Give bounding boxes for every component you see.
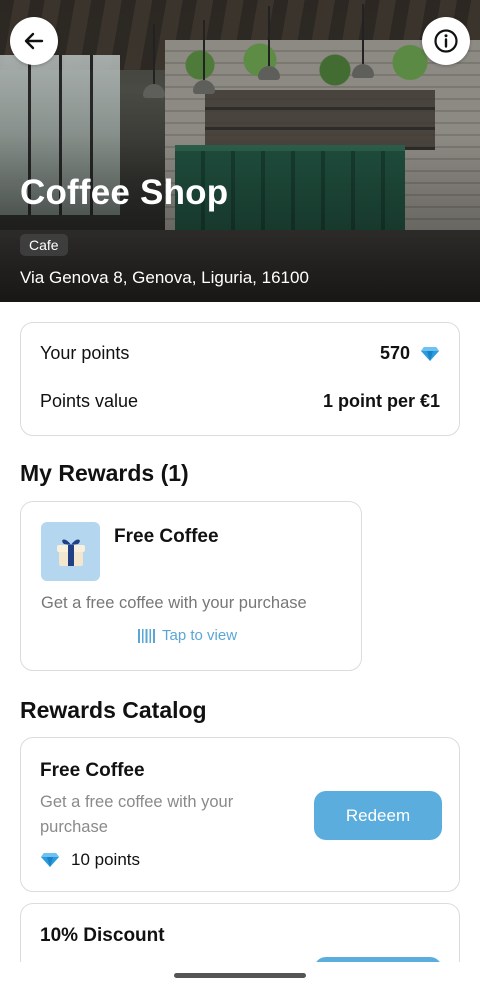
- catalog-item-points-label: 10 points: [71, 850, 140, 869]
- catalog-item-points: 10 points: [40, 850, 140, 870]
- home-indicator[interactable]: [174, 973, 306, 978]
- diamond-icon: [421, 346, 439, 361]
- gift-box-icon: [41, 522, 100, 581]
- points-value-value: 1 point per €1: [322, 391, 440, 411]
- shop-address: Via Genova 8, Genova, Liguria, 16100: [20, 268, 309, 287]
- my-rewards-title: My Rewards (1): [20, 460, 189, 486]
- points-value-label: Points value: [40, 391, 139, 411]
- shop-name: Coffee Shop: [20, 173, 229, 212]
- your-points-label: Your points: [40, 343, 130, 363]
- arrow-left-icon: [24, 32, 44, 50]
- my-reward-description: Get a free coffee with your purchase: [41, 594, 307, 612]
- points-card: Your points 570 Points value 1 point per…: [20, 322, 460, 436]
- info-icon: [434, 29, 458, 53]
- catalog-item-description: Get a free coffee with your purchase: [40, 793, 234, 836]
- redeem-button[interactable]: Redeem: [314, 791, 442, 840]
- catalog-item-title: 10% Discount: [40, 925, 165, 946]
- rewards-catalog-title: Rewards Catalog: [20, 697, 207, 723]
- tap-to-view-label: Tap to view: [162, 627, 238, 644]
- hero-image: [0, 0, 480, 302]
- catalog-item-title: Free Coffee: [40, 760, 145, 781]
- my-reward-card[interactable]: Free Coffee Get a free coffee with your …: [20, 501, 362, 671]
- points-value-row: Points value 1 point per €1: [40, 391, 440, 412]
- my-reward-title: Free Coffee: [114, 526, 219, 547]
- category-badge: Cafe: [20, 234, 68, 256]
- barcode-icon: [138, 628, 155, 643]
- your-points-row: Your points 570: [40, 343, 440, 364]
- catalog-item-card: Free Coffee Get a free coffee with your …: [20, 737, 460, 892]
- info-button[interactable]: [422, 17, 470, 65]
- tap-to-view-link[interactable]: Tap to view: [138, 627, 237, 644]
- your-points-value: 570: [379, 343, 410, 363]
- diamond-icon: [41, 853, 59, 867]
- back-button[interactable]: [10, 17, 58, 65]
